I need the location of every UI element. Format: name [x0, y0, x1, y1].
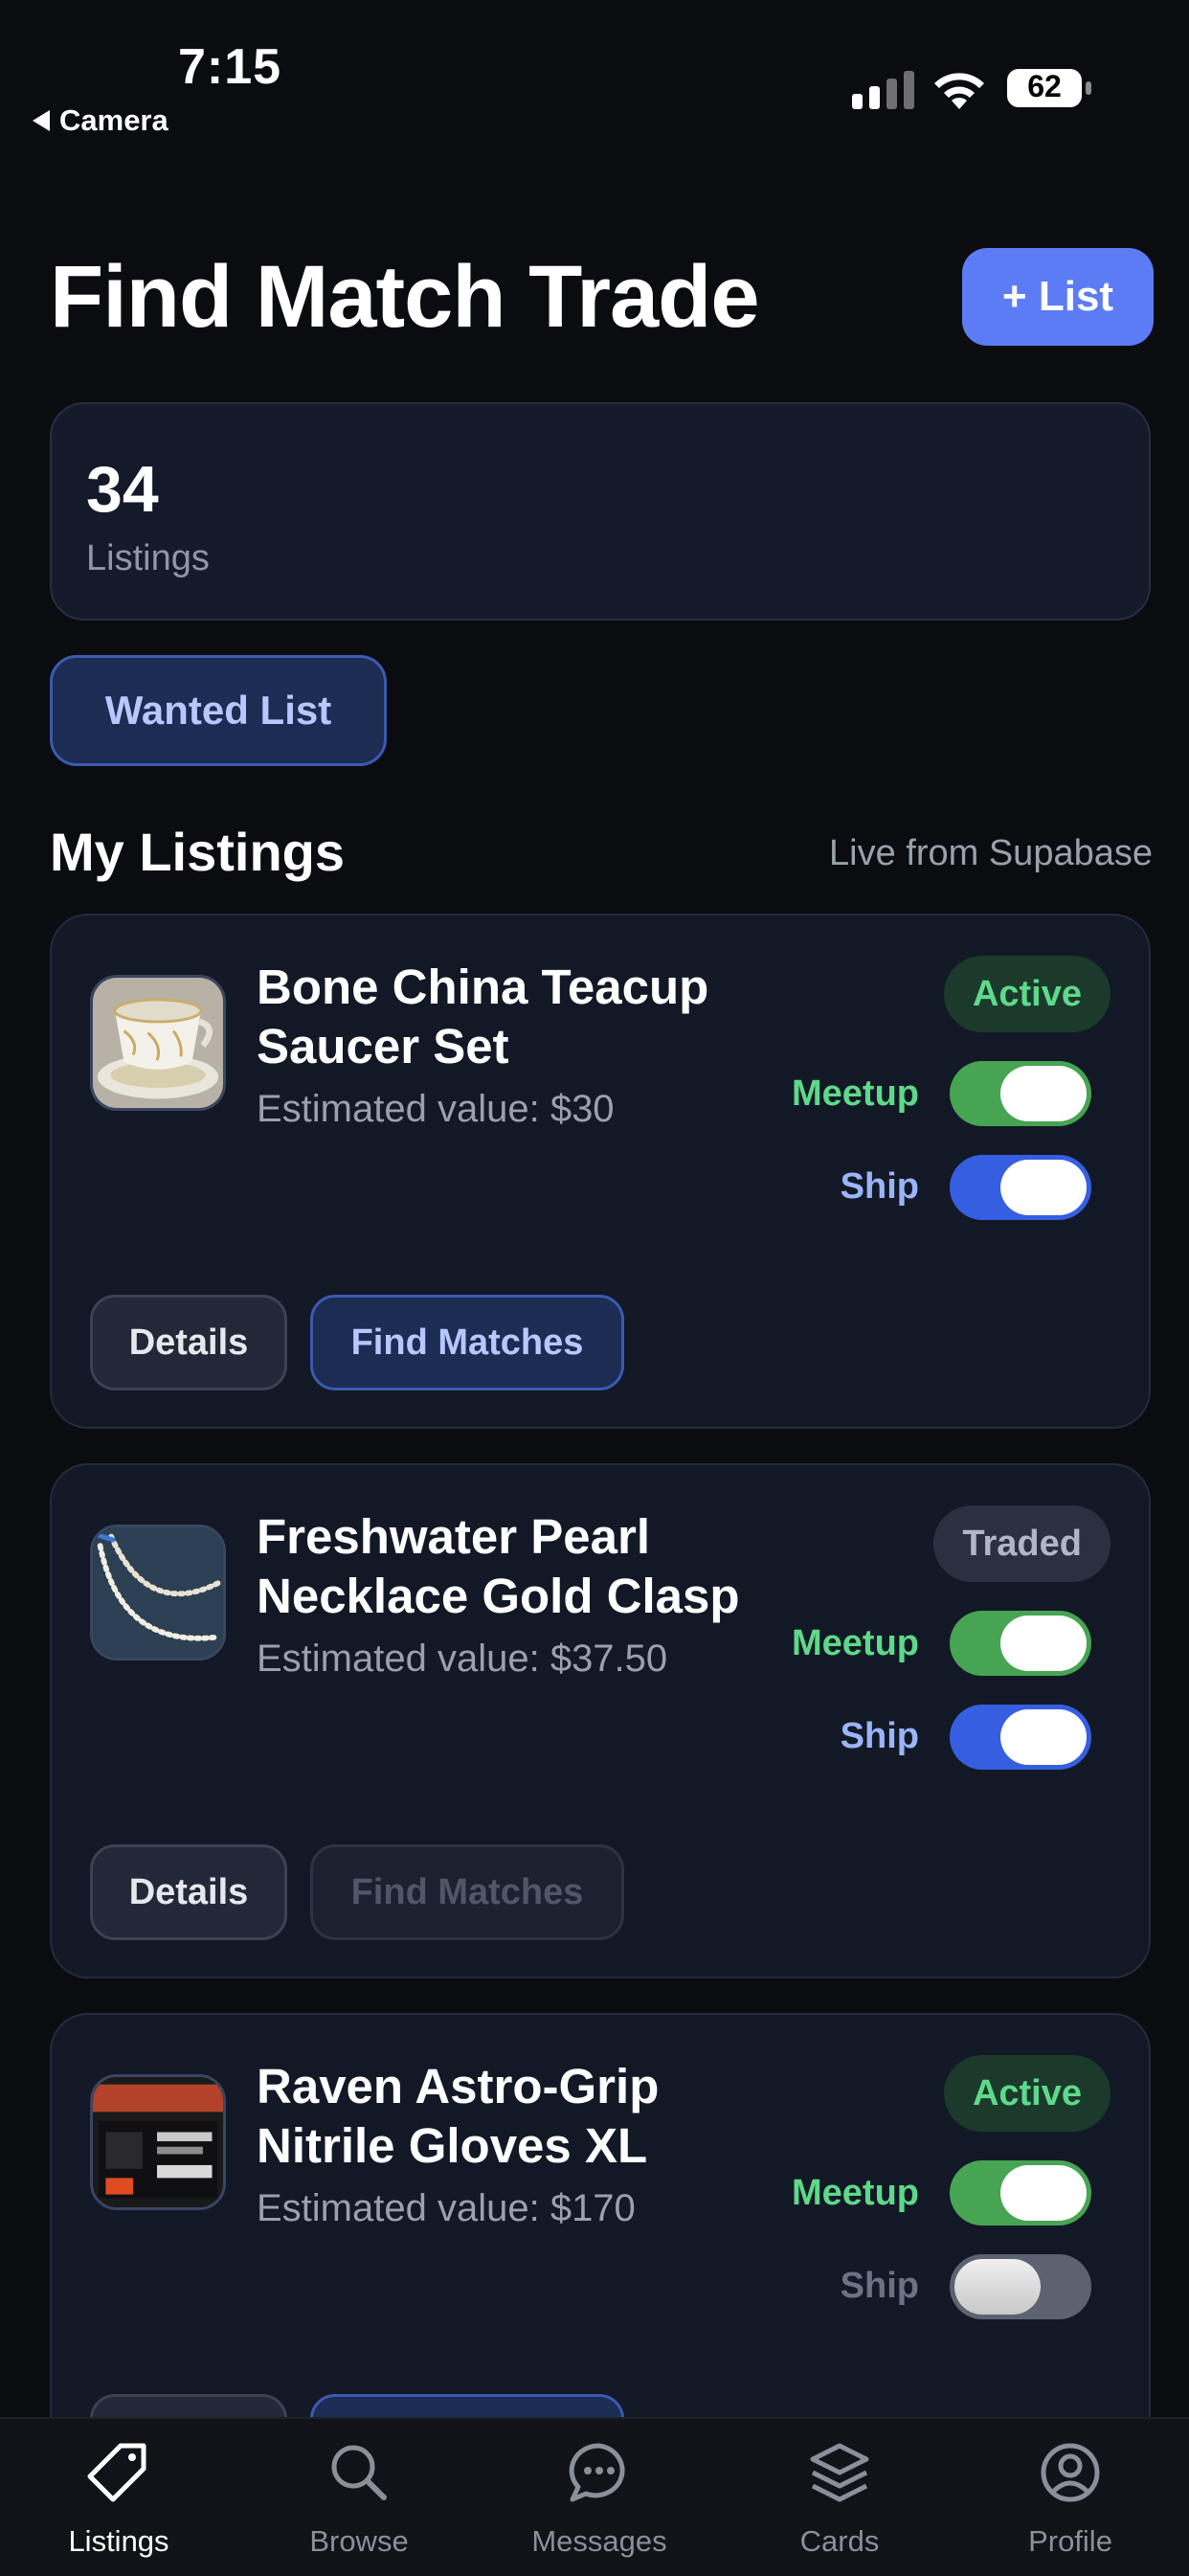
status-badge: Active [943, 956, 1110, 1032]
ship-toggle[interactable] [950, 1155, 1091, 1220]
listing-card[interactable]: Bone China Teacup Saucer Set Estimated v… [50, 914, 1151, 1429]
tab-label: Cards [799, 2524, 880, 2558]
wanted-list-button[interactable]: Wanted List [50, 655, 387, 766]
meetup-toggle[interactable] [950, 1061, 1091, 1126]
listing-thumbnail [90, 1525, 226, 1661]
cellular-signal-icon [852, 69, 914, 109]
meetup-label: Meetup [792, 1623, 919, 1663]
listings-count-label: Listings [86, 538, 210, 578]
ship-label: Ship [840, 2266, 919, 2306]
listing-estimated-value: Estimated value: $30 [257, 1088, 615, 1130]
tab-listings[interactable]: Listings [0, 2419, 237, 2576]
meetup-label: Meetup [792, 2173, 919, 2213]
ship-label: Ship [840, 1166, 919, 1207]
battery-indicator: 62 [1005, 67, 1093, 109]
search-icon [331, 2445, 387, 2500]
listings-count-card: 34 Listings [50, 402, 1151, 621]
section-title: My Listings [50, 822, 346, 882]
listing-estimated-value: Estimated value: $170 [257, 2187, 636, 2229]
layers-icon [810, 2443, 869, 2502]
live-source-note: Live from Supabase [829, 833, 1153, 873]
toggle-knob [1000, 1160, 1087, 1215]
ship-toggle[interactable] [950, 1705, 1091, 1770]
tab-label: Profile [1028, 2524, 1112, 2558]
pearl-necklace-image [93, 1527, 223, 1658]
meetup-toggle[interactable] [950, 1611, 1091, 1676]
page-title: Find Match Trade [50, 248, 760, 346]
ship-label: Ship [840, 1716, 919, 1756]
details-button[interactable]: Details [90, 1844, 287, 1940]
gloves-box-image [93, 2077, 223, 2207]
tab-label: Messages [531, 2524, 667, 2558]
toggle-knob [1000, 1709, 1087, 1765]
toggle-knob [1000, 1616, 1087, 1671]
listing-thumbnail [90, 2074, 226, 2210]
details-button[interactable]: Details [90, 1295, 287, 1390]
tag-icon [87, 2443, 146, 2502]
listing-title: Raven Astro-Grip Nitrile Gloves XL [257, 2059, 660, 2173]
back-label: Camera [59, 103, 168, 137]
person-circle-icon [1041, 2443, 1100, 2502]
toggle-knob [1000, 2165, 1087, 2221]
back-triangle-icon [33, 110, 50, 131]
find-matches-button[interactable]: Find Matches [310, 1295, 624, 1390]
chat-bubble-icon [569, 2443, 625, 2502]
toggle-knob [954, 2259, 1041, 2315]
back-to-camera-link[interactable]: Camera [33, 103, 168, 138]
wifi-icon [934, 73, 984, 109]
status-badge: Traded [933, 1505, 1110, 1582]
meetup-label: Meetup [792, 1073, 919, 1114]
listing-title: Bone China Teacup Saucer Set [257, 960, 709, 1073]
tab-bar: Listings Browse Messages Cards Profile [0, 2417, 1189, 2576]
status-badge: Active [943, 2055, 1110, 2132]
battery-level: 62 [1027, 69, 1062, 103]
tab-cards[interactable]: Cards [721, 2419, 958, 2576]
meetup-toggle[interactable] [950, 2160, 1091, 2226]
tab-browse[interactable]: Browse [240, 2419, 478, 2576]
listing-card[interactable]: Freshwater Pearl Necklace Gold Clasp Est… [50, 1463, 1151, 1978]
listing-title: Freshwater Pearl Necklace Gold Clasp [257, 1509, 740, 1623]
tab-label: Listings [68, 2524, 169, 2558]
toggle-knob [1000, 1066, 1087, 1121]
add-listing-button[interactable]: + List [962, 248, 1154, 346]
listing-estimated-value: Estimated value: $37.50 [257, 1638, 668, 1680]
tab-profile[interactable]: Profile [952, 2419, 1189, 2576]
tab-messages[interactable]: Messages [481, 2419, 718, 2576]
ship-toggle[interactable] [950, 2254, 1091, 2319]
listing-thumbnail [90, 975, 226, 1111]
listings-count: 34 [86, 453, 159, 526]
teacup-image [93, 978, 223, 1108]
tab-label: Browse [309, 2524, 409, 2558]
find-matches-button: Find Matches [310, 1844, 624, 1940]
status-time: 7:15 [178, 39, 282, 95]
